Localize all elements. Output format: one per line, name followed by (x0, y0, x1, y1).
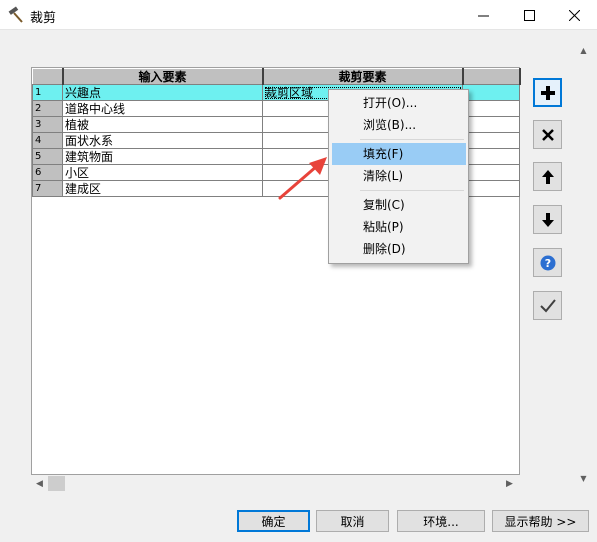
row-number[interactable]: 3 (32, 116, 63, 133)
header-extra[interactable] (462, 68, 521, 85)
hammer-icon (8, 6, 23, 23)
delete-icon (541, 128, 554, 141)
extra-cell[interactable] (462, 84, 520, 101)
help-icon: ? (540, 255, 555, 270)
delete-row-button[interactable] (533, 120, 562, 149)
move-up-button[interactable] (533, 162, 562, 191)
ok-button[interactable]: 确定 (237, 510, 310, 532)
header-input-features[interactable]: 输入要素 (62, 68, 264, 85)
table-header-row: 输入要素 裁剪要素 (32, 68, 521, 85)
maximize-icon (523, 9, 535, 21)
row-number[interactable]: 5 (32, 148, 63, 165)
check-icon (539, 298, 556, 312)
header-clip-features[interactable]: 裁剪要素 (262, 68, 464, 85)
input-feature-cell[interactable]: 面状水系 (62, 132, 263, 149)
close-button[interactable] (551, 0, 597, 30)
input-feature-cell[interactable]: 植被 (62, 116, 263, 133)
menu-item-paste[interactable]: 粘贴(P) (332, 216, 466, 238)
add-icon (540, 85, 555, 100)
cancel-button[interactable]: 取消 (316, 510, 389, 532)
extra-cell[interactable] (462, 164, 520, 181)
maximize-button[interactable] (506, 0, 552, 30)
extra-cell[interactable] (462, 132, 520, 149)
extra-cell[interactable] (462, 148, 520, 165)
extra-cell[interactable] (462, 116, 520, 133)
environment-button[interactable]: 环境... (397, 510, 485, 532)
extra-cell[interactable] (462, 180, 520, 197)
help-button[interactable]: ? (533, 248, 562, 277)
row-number[interactable]: 2 (32, 100, 63, 117)
row-number[interactable]: 4 (32, 132, 63, 149)
minimize-button[interactable] (460, 0, 506, 30)
scroll-up-arrow-icon[interactable]: ▲ (575, 42, 592, 59)
menu-separator (360, 139, 464, 140)
scroll-down-arrow-icon[interactable]: ▼ (575, 470, 592, 487)
menu-item-open[interactable]: 打开(O)... (332, 92, 466, 114)
input-feature-cell[interactable]: 小区 (62, 164, 263, 181)
row-number[interactable]: 1 (32, 84, 63, 101)
input-feature-cell[interactable]: 建成区 (62, 180, 263, 197)
scroll-right-arrow-icon[interactable]: ▶ (501, 475, 518, 492)
scroll-thumb[interactable] (48, 476, 65, 491)
scroll-left-arrow-icon[interactable]: ◀ (31, 475, 48, 492)
horizontal-scrollbar[interactable]: ◀ ▶ (31, 475, 520, 492)
input-feature-cell[interactable]: 建筑物面 (62, 148, 263, 165)
input-feature-cell[interactable]: 道路中心线 (62, 100, 263, 117)
move-down-button[interactable] (533, 205, 562, 234)
context-menu: 打开(O)... 浏览(B)... 填充(F) 清除(L) 复制(C) 粘贴(P… (328, 89, 469, 264)
close-icon (568, 9, 580, 21)
menu-item-clear[interactable]: 清除(L) (332, 165, 466, 187)
menu-item-copy[interactable]: 复制(C) (332, 194, 466, 216)
validate-button[interactable] (533, 291, 562, 320)
menu-item-browse[interactable]: 浏览(B)... (332, 114, 466, 136)
annotation-arrow-icon (278, 157, 327, 200)
row-number[interactable]: 7 (32, 180, 63, 197)
title-bar: 裁剪 (0, 0, 597, 30)
menu-item-delete[interactable]: 删除(D) (332, 238, 466, 260)
extra-cell[interactable] (462, 100, 520, 117)
move-up-icon (541, 169, 554, 184)
move-down-icon (541, 212, 554, 227)
row-number[interactable]: 6 (32, 164, 63, 181)
show-help-button[interactable]: 显示帮助 >> (492, 510, 589, 532)
header-corner (32, 68, 64, 85)
window-title: 裁剪 (30, 11, 57, 26)
menu-separator (360, 190, 464, 191)
input-feature-cell[interactable]: 兴趣点 (62, 84, 263, 101)
minimize-icon (477, 15, 489, 16)
vertical-scrollbar[interactable]: ▲ ▼ (575, 38, 592, 494)
add-row-button[interactable] (533, 78, 562, 107)
menu-item-fill[interactable]: 填充(F) (332, 143, 466, 165)
svg-text:?: ? (544, 257, 550, 270)
